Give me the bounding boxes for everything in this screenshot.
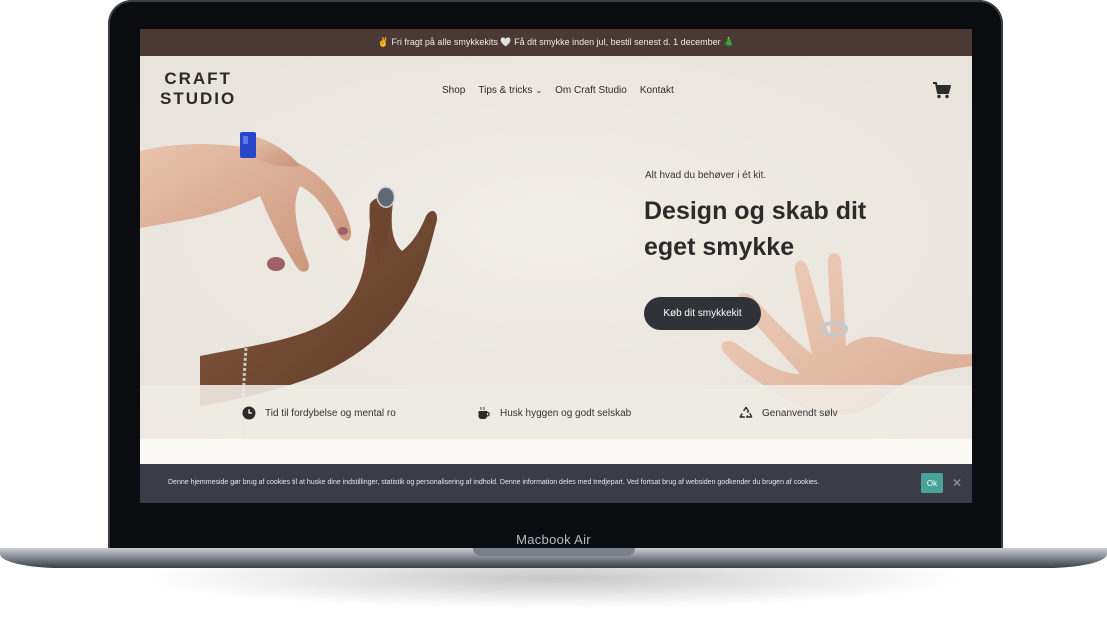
feature-item: Tid til fordybelse og mental ro	[242, 406, 396, 420]
announcement-text: ✌ Fri fragt på alle smykkekits 🤍 Få dit …	[377, 37, 735, 47]
clock-icon	[242, 406, 256, 420]
nav-item-tips-tricks-label: Tips & tricks	[478, 85, 533, 96]
buy-kit-button[interactable]: Køb dit smykkekit	[644, 297, 761, 330]
nav-item-kontakt[interactable]: Kontakt	[640, 85, 674, 96]
laptop-notch	[473, 548, 635, 556]
feature-label: Genanvendt sølv	[762, 407, 838, 419]
announcement-bar: ✌ Fri fragt på alle smykkekits 🤍 Få dit …	[140, 29, 972, 56]
hero-tagline: Alt hvad du behøver i ét kit.	[645, 170, 767, 181]
main-nav: Shop Tips & tricks ⌄ Om Craft Studio Kont…	[442, 85, 674, 96]
logo-line-2: STUDIO	[160, 89, 237, 108]
nav-item-tips-tricks[interactable]: Tips & tricks ⌄	[478, 85, 542, 96]
device-label: Macbook Air	[516, 532, 591, 547]
features-strip: Tid til fordybelse og mental ro Husk hyg…	[140, 385, 972, 439]
recycle-icon	[739, 406, 753, 418]
coffee-cup-icon	[478, 406, 490, 419]
laptop-screen: ✌ Fri fragt på alle smykkekits 🤍 Få dit …	[140, 29, 972, 503]
ring-illustration	[376, 186, 396, 208]
blue-bead	[240, 132, 256, 158]
cookie-ok-label: Ok	[926, 478, 938, 488]
feature-label: Tid til fordybelse og mental ro	[265, 407, 396, 419]
cookie-message: Denne hjemmeside gør brug af cookies til…	[168, 479, 820, 486]
cookie-banner: Denne hjemmeside gør brug af cookies til…	[140, 464, 972, 503]
shopping-cart-icon[interactable]	[932, 81, 952, 99]
buy-kit-button-label: Køb dit smykkekit	[663, 308, 742, 319]
feature-label: Husk hyggen og godt selskab	[500, 407, 632, 419]
close-icon[interactable]: ✕	[952, 476, 962, 490]
content-area	[140, 439, 972, 464]
nav-item-om-craft-studio[interactable]: Om Craft Studio	[555, 85, 627, 96]
nav-item-shop[interactable]: Shop	[442, 85, 465, 96]
feature-item: Husk hyggen og godt selskab	[477, 406, 631, 420]
feature-item: Genanvendt sølv	[739, 406, 838, 420]
site-logo[interactable]: CRAFT STUDIO	[160, 69, 236, 109]
hero-headline: Design og skab dit eget smykke	[644, 197, 867, 261]
chevron-down-icon: ⌄	[535, 86, 543, 95]
cookie-ok-button[interactable]: Ok	[921, 473, 943, 493]
logo-line-1: CRAFT	[164, 69, 232, 88]
